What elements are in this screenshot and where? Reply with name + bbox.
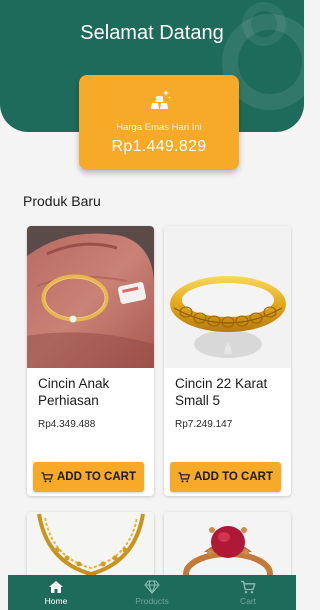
product-image	[164, 226, 291, 368]
nav-label-cart: Cart	[239, 596, 257, 606]
nav-label-home: Home	[44, 596, 68, 606]
add-to-cart-label: ADD TO CART	[56, 471, 136, 483]
home-icon	[49, 581, 63, 593]
cart-icon	[241, 580, 256, 594]
nav-item-products[interactable]: Products	[104, 575, 200, 610]
add-to-cart-button[interactable]: ADD TO CART	[33, 462, 144, 492]
add-to-cart-label: ADD TO CART	[193, 471, 273, 483]
gold-price-value: Rp1.449.829	[111, 138, 207, 155]
product-card[interactable]: Cincin Anak Perhiasan Rp4.349.488 ADD TO…	[27, 226, 154, 496]
nav-item-cart[interactable]: Cart	[200, 575, 296, 610]
product-name: Cincin 22 Karat Small 5	[175, 376, 268, 408]
nav-label-products: Products	[135, 596, 169, 606]
gold-price-card: Harga Emas Hari Ini Rp1.449.829	[79, 75, 239, 170]
diamond-icon	[144, 580, 160, 594]
product-name: Cincin Anak Perhiasan	[38, 376, 110, 408]
gold-bars-icon	[151, 90, 171, 109]
bottom-nav: Home Products Cart	[8, 575, 296, 610]
app-screen: Selamat Datang Harga Emas Hari Ini Rp1.4…	[0, 0, 304, 610]
product-price: Rp4.349.488	[38, 419, 96, 430]
product-card[interactable]: Cincin 22 Karat Small 5 Rp7.249.147 ADD …	[164, 226, 291, 496]
gold-price-label: Harga Emas Hari Ini	[116, 122, 202, 133]
nav-item-home[interactable]: Home	[8, 575, 104, 610]
product-image	[27, 226, 154, 368]
cart-icon	[178, 471, 190, 482]
product-price: Rp7.249.147	[175, 419, 233, 430]
add-to-cart-button[interactable]: ADD TO CART	[170, 462, 281, 492]
section-title: Produk Baru	[23, 193, 101, 209]
page-title: Selamat Datang	[80, 22, 224, 44]
cart-icon	[41, 471, 53, 482]
